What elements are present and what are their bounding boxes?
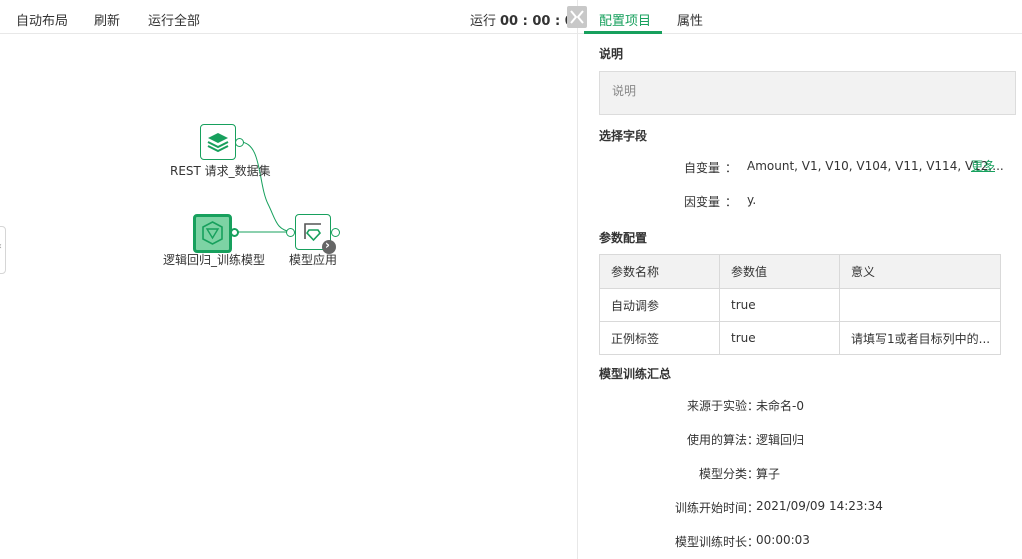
dependent-var-label: 因变量: [683, 195, 720, 209]
dependent-var-value: y.: [747, 193, 757, 207]
summary-label: 训练开始时间: [674, 501, 747, 515]
params-title: 参数配置: [599, 231, 648, 245]
edge-dataset-to-apply: [239, 141, 293, 233]
summary-row-source: 来源于实验 ： 未命名-0: [599, 397, 1019, 413]
separator: ：: [725, 161, 738, 175]
param-value-cell[interactable]: true: [719, 321, 840, 355]
param-meaning-cell: 请填写1或者目标列中的...: [839, 321, 1001, 355]
summary-row-algorithm: 使用的算法 ： 逻辑回归: [599, 431, 1019, 447]
workflow-canvas[interactable]: REST 请求_数据集 逻辑回归_训练模型 › 模型应用: [0, 34, 577, 559]
table-row: 自动调参 true: [599, 288, 1001, 322]
tab-properties[interactable]: 属性: [677, 10, 703, 29]
table-row: 正例标签 true 请填写1或者目标列中的...: [599, 321, 1001, 355]
workflow-editor: 自动布局 刷新 运行全部 运行00 : 00 : 00 ‹: [0, 0, 583, 559]
summary-label: 来源于实验: [686, 399, 747, 413]
dependent-var-row: 因变量 ： y.: [578, 193, 1018, 209]
independent-var-label: 自变量: [683, 161, 720, 175]
summary-label: 模型训练时长: [674, 535, 747, 549]
field-select-title: 选择字段: [599, 129, 648, 143]
param-name-cell: 正例标签: [599, 321, 720, 355]
summary-value: 逻辑回归: [756, 433, 805, 447]
column-header: 参数值: [719, 254, 840, 289]
output-port[interactable]: [230, 228, 239, 237]
output-port[interactable]: [331, 228, 340, 237]
description-field[interactable]: 说明: [599, 71, 1016, 115]
summary-value: 算子: [756, 467, 781, 481]
refresh-button[interactable]: 刷新: [94, 10, 120, 29]
config-panel: 配置项目 属性 说明 说明 选择字段 自变量 ： Amount, V1, V10…: [577, 0, 1022, 559]
summary-value: 00:00:03: [756, 533, 810, 547]
summary-row-start-time: 训练开始时间 ： 2021/09/09 14:23:34: [599, 499, 1019, 515]
independent-var-row: 自变量 ： Amount, V1, V10, V104, V11, V114, …: [578, 159, 1018, 175]
summary-row-category: 模型分类 ： 算子: [599, 465, 1019, 481]
model-cube-icon: [202, 221, 223, 245]
node-box: [200, 124, 236, 160]
column-header: 意义: [839, 254, 1001, 289]
param-name-cell: 自动调参: [599, 288, 720, 322]
node-label-logistic-train: 逻辑回归_训练模型: [163, 253, 266, 267]
input-port[interactable]: [286, 228, 295, 237]
run-label: 运行: [470, 14, 497, 29]
run-timer: 运行 00 : 00 : 00: [470, 10, 583, 29]
collapse-panel-button[interactable]: [567, 6, 587, 28]
summary-value: 2021/09/09 14:23:34: [756, 499, 883, 513]
run-all-button[interactable]: 运行全部: [148, 10, 200, 29]
panel-tabs: 配置项目 属性: [578, 0, 1022, 34]
column-header: 参数名称: [599, 254, 720, 289]
tab-config[interactable]: 配置项目: [599, 10, 651, 29]
auto-layout-button[interactable]: 自动布局: [16, 10, 68, 29]
description-title: 说明: [599, 47, 624, 61]
param-value-cell[interactable]: true: [719, 288, 840, 322]
summary-value: 未命名-0: [756, 399, 804, 413]
output-port[interactable]: [235, 138, 244, 147]
param-meaning-cell: [839, 288, 1001, 322]
collapse-arrows-icon: [570, 10, 584, 24]
summary-row-duration: 模型训练时长 ： 00:00:03: [599, 533, 1019, 549]
training-summary-title: 模型训练汇总: [599, 367, 672, 381]
more-fields-link[interactable]: 更多: [971, 157, 995, 174]
summary-label: 使用的算法: [686, 433, 747, 447]
layers-icon: [207, 133, 229, 153]
table-header-row: 参数名称 参数值 意义: [599, 254, 1001, 289]
summary-label: 模型分类: [698, 467, 747, 481]
node-box-selected: [193, 214, 232, 253]
node-label-rest-dataset: REST 请求_数据集: [170, 164, 271, 178]
separator: ：: [725, 195, 738, 209]
canvas-toolbar: 自动布局 刷新 运行全部 运行 00 : 00 : 00: [0, 0, 583, 34]
connection-lines: [236, 141, 293, 233]
active-tab-indicator: [584, 31, 662, 34]
independent-var-value: Amount, V1, V10, V104, V11, V114, V12,..…: [747, 159, 1004, 173]
params-table: 参数名称 参数值 意义 自动调参 true 正例标签 true 请填写1或者目标…: [599, 254, 1001, 355]
node-label-model-apply: 模型应用: [289, 253, 338, 267]
